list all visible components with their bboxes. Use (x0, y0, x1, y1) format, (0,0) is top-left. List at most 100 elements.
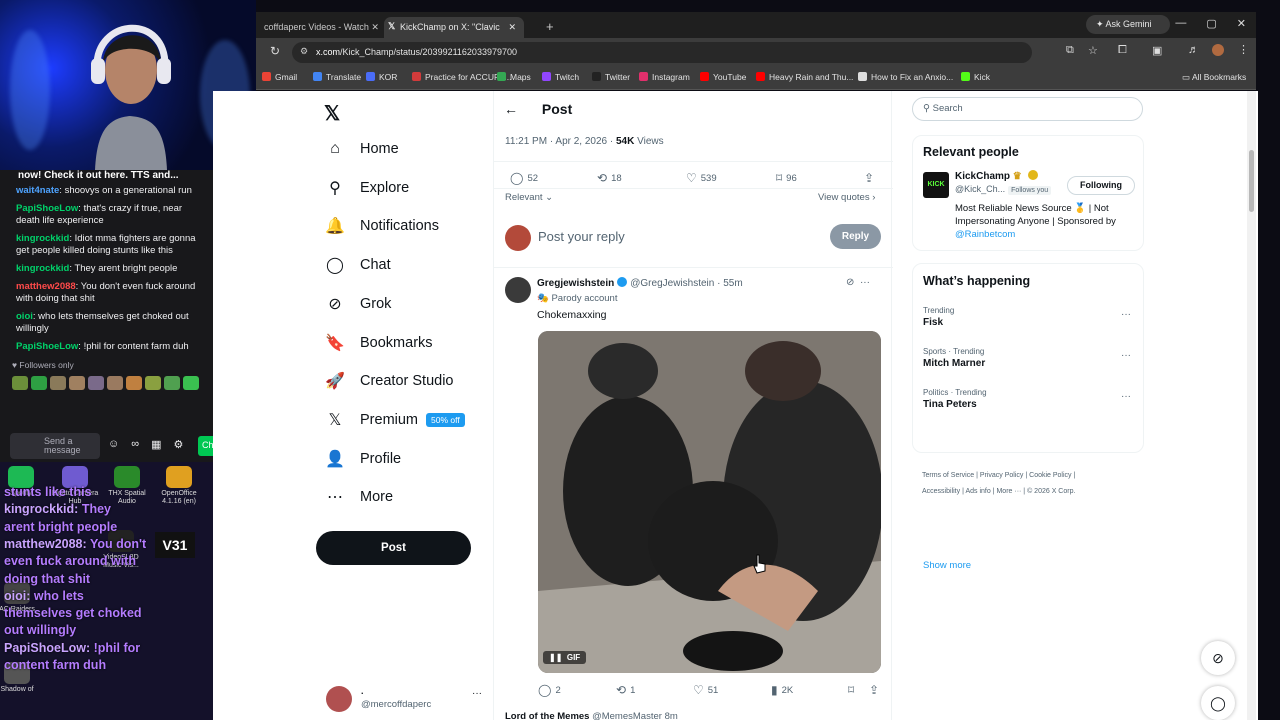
gif-media[interactable]: ❚❚ GIF (538, 331, 881, 673)
gif-badge[interactable]: ❚❚ GIF (543, 651, 587, 664)
bookmark-count-button[interactable]: ⌑ 96 (776, 171, 797, 185)
site-info-icon[interactable]: ⚙ (300, 46, 308, 57)
store-icon[interactable]: ▦ (151, 438, 161, 451)
chat-username[interactable]: PapiShoeLow (16, 203, 78, 214)
tab-twitch[interactable]: coffdaperc Videos - Watch ✕ (256, 17, 378, 38)
app-icon[interactable] (114, 466, 140, 488)
messages-float-button[interactable]: ◯ (1201, 686, 1235, 720)
share-button[interactable]: ⇪ (869, 683, 879, 697)
account-switcher[interactable]: . @mercoffdaperc ··· (324, 684, 484, 714)
bookmark-button[interactable]: ⌑ (848, 683, 854, 697)
bookmark-translate[interactable]: Translate (313, 72, 361, 82)
star-icon[interactable]: ☆ (1088, 44, 1098, 57)
reply-input[interactable]: Post your reply (538, 229, 625, 244)
avatar[interactable] (505, 277, 531, 303)
maximize-icon[interactable]: ▢ (1206, 17, 1216, 30)
app-icon[interactable] (166, 466, 192, 488)
chat-username[interactable]: matthew2088 (16, 281, 76, 292)
nav-item-profile[interactable]: 👤 Profile (324, 445, 401, 473)
bookmark-kick[interactable]: Kick (961, 72, 990, 82)
more-icon[interactable]: ··· (1121, 350, 1131, 361)
like-count-button[interactable]: ♡ 51 (693, 683, 718, 697)
nav-item-home[interactable]: ⌂ Home (324, 135, 399, 163)
share-button[interactable]: ⇪ (864, 171, 874, 185)
emote-row[interactable] (0, 374, 213, 392)
url-field[interactable]: ⚙ x.com/Kick_Champ/status/20399211620339… (292, 42, 1032, 63)
footer-link[interactable]: Accessibility (922, 488, 960, 495)
media-icon[interactable]: ♬ (1188, 44, 1199, 56)
footer-link[interactable]: Privacy Policy (980, 472, 1024, 479)
reply-sort-dropdown[interactable]: Relevant ⌄ (505, 192, 553, 203)
all-bookmarks[interactable]: ▭ All Bookmarks (1182, 72, 1246, 83)
bookmark-kor[interactable]: KOR (366, 72, 397, 82)
person-name[interactable]: KickChamp ♛ (955, 170, 1041, 182)
chat-username[interactable]: oioi (16, 311, 33, 322)
view-quotes-link[interactable]: View quotes › (818, 192, 875, 203)
tweet-more-menu[interactable]: ⊘ ··· (846, 277, 870, 288)
nav-item-more[interactable]: ⋯ More (324, 483, 393, 511)
bio-link[interactable]: @Rainbetcom (955, 229, 1015, 240)
footer-link[interactable]: © 2026 X Corp. (1027, 488, 1075, 495)
menu-icon[interactable]: ⋮ (1238, 43, 1249, 56)
sidepanel-icon[interactable]: ▣ (1152, 44, 1162, 57)
views-count-button[interactable]: ▮ 2K (771, 683, 793, 697)
more-icon[interactable]: ··· (472, 688, 482, 699)
chat-username[interactable]: kingrockkid (16, 233, 69, 244)
new-tab-button[interactable]: + (538, 14, 562, 35)
chat-send-button[interactable]: Ch (198, 436, 214, 456)
extensions-icon[interactable]: ⧠ (1118, 44, 1127, 57)
grok-icon[interactable]: ⊘ (846, 277, 854, 288)
following-button[interactable]: Following (1067, 176, 1135, 195)
close-icon[interactable]: ✕ (371, 22, 378, 32)
trend-item[interactable]: Politics · Trending Tina Peters (923, 388, 987, 410)
more-icon[interactable]: ··· (860, 277, 870, 288)
profile-avatar[interactable] (1212, 44, 1224, 56)
nav-item-notifications[interactable]: 🔔 Notifications (324, 212, 439, 240)
reply-button[interactable]: Reply (830, 224, 881, 249)
nav-item-premium[interactable]: 𝕏 Premium 50% off (324, 406, 465, 434)
nav-item-creator-studio[interactable]: 🚀 Creator Studio (324, 367, 453, 395)
close-icon[interactable]: ✕ (508, 22, 516, 33)
chat-username[interactable]: PapiShoeLow (16, 341, 78, 352)
install-icon[interactable]: ⧉ (1066, 44, 1074, 57)
extensions-icon[interactable]: ∞ (131, 438, 139, 451)
bookmark-maps[interactable]: Maps (497, 72, 531, 82)
footer-link[interactable]: Ads info (965, 488, 990, 495)
chat-username[interactable]: kingrockkid (16, 263, 69, 274)
bookmark-instagram[interactable]: Instagram (639, 72, 690, 82)
reply-count-button[interactable]: ◯ 52 (510, 171, 538, 185)
avatar[interactable]: KICK (923, 172, 949, 198)
post-button[interactable]: Post (316, 531, 471, 565)
show-more-link[interactable]: Show more (923, 560, 971, 571)
ask-gemini-button[interactable]: ✦ Ask Gemini (1086, 15, 1170, 34)
bookmark-heavy-rain-and-thu[interactable]: Heavy Rain and Thu... (756, 72, 853, 82)
repost-count-button[interactable]: ⟲ 18 (597, 171, 622, 185)
more-icon[interactable]: ··· (1121, 309, 1131, 320)
emote-icon[interactable]: ☺ (108, 438, 119, 451)
grok-float-button[interactable]: ⊘ (1201, 641, 1235, 675)
trend-item[interactable]: Trending Fisk (923, 306, 954, 328)
chat-input[interactable]: Send a message (10, 433, 100, 459)
bookmark-how-to-fix-an-anxio[interactable]: How to Fix an Anxio... (858, 72, 953, 82)
back-arrow-icon[interactable]: ← (504, 101, 518, 117)
like-count-button[interactable]: ♡ 539 (686, 171, 717, 185)
x-logo-icon[interactable]: 𝕏 (324, 101, 340, 126)
v31-icon[interactable]: V31 (155, 532, 195, 558)
bookmark-youtube[interactable]: YouTube (700, 72, 746, 82)
minimize-icon[interactable]: — (1175, 17, 1186, 30)
search-input[interactable]: ⚲ Search (912, 97, 1143, 121)
nav-item-bookmarks[interactable]: 🔖 Bookmarks (324, 329, 433, 357)
footer-link[interactable]: More ··· (996, 488, 1021, 495)
nav-item-explore[interactable]: ⚲ Explore (324, 174, 409, 202)
bookmark-twitch[interactable]: Twitch (542, 72, 579, 82)
reply-count-button[interactable]: ◯ 2 (538, 683, 561, 697)
repost-count-button[interactable]: ⟲ 1 (616, 683, 635, 697)
nav-item-chat[interactable]: ◯ Chat (324, 251, 391, 279)
nav-item-grok[interactable]: ⊘ Grok (324, 290, 391, 318)
settings-icon[interactable]: ⚙ (173, 438, 183, 451)
more-icon[interactable]: ··· (1121, 391, 1131, 402)
tweet-time[interactable]: 55m (723, 278, 742, 289)
close-window-icon[interactable]: ✕ (1237, 17, 1246, 30)
footer-link[interactable]: Terms of Service (922, 472, 974, 479)
reload-icon[interactable]: ↻ (270, 44, 280, 58)
